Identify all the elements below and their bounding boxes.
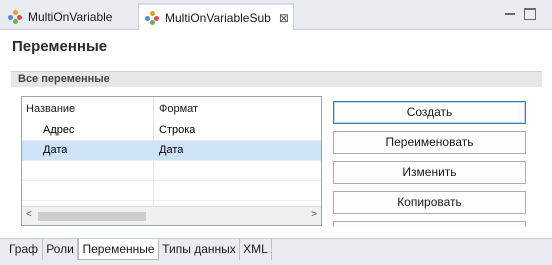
scrollbar-thumb[interactable] <box>38 212 146 221</box>
page-title: Переменные <box>12 38 108 55</box>
editor-tab-bar: MultiOnVariable MultiOnVariableSub ⊠ <box>0 0 552 30</box>
column-header-format[interactable]: Формат <box>159 103 198 115</box>
scroll-left-icon[interactable]: < <box>26 209 32 220</box>
empty-row <box>22 161 321 181</box>
minimize-icon[interactable] <box>504 8 516 20</box>
multi-process-icon <box>8 9 22 24</box>
editor-tab-label: MultiOnVariable <box>28 9 113 24</box>
horizontal-scrollbar[interactable]: < > <box>22 206 321 225</box>
copy-button[interactable]: Копировать <box>333 191 526 214</box>
scroll-right-icon[interactable]: > <box>311 209 317 220</box>
editor-tab-multionvariablesub[interactable]: MultiOnVariableSub ⊠ <box>138 3 294 30</box>
maximize-icon[interactable] <box>524 8 536 20</box>
tab-graph[interactable]: Граф <box>5 239 43 260</box>
cell-name: Адрес <box>43 124 75 136</box>
editor-tab-multionvariable[interactable]: MultiOnVariable <box>2 3 136 30</box>
rename-button[interactable]: Переименовать <box>333 131 526 154</box>
table-row-selected[interactable]: Дата Дата <box>22 141 321 161</box>
cell-format: Строка <box>159 124 196 136</box>
cell-name: Дата <box>43 144 68 156</box>
table-row[interactable]: Адрес Строка <box>22 121 321 141</box>
editor-tab-label: MultiOnVariableSub <box>165 10 271 25</box>
hidden-button-edge <box>333 221 526 227</box>
column-header-name[interactable]: Название <box>26 103 75 115</box>
close-icon[interactable]: ⊠ <box>279 11 289 25</box>
page-tabs: Граф Роли Переменные Типы данных XML <box>0 238 552 265</box>
cell-format: Дата <box>159 144 184 156</box>
tab-variables[interactable]: Переменные <box>78 239 159 260</box>
section-header: Все переменные <box>11 71 542 87</box>
variables-table[interactable]: Название Формат Адрес Строка Дата Дата <… <box>21 96 322 226</box>
tab-roles[interactable]: Роли <box>43 239 78 260</box>
tab-xml[interactable]: XML <box>240 239 272 260</box>
multi-process-icon <box>145 10 159 25</box>
edit-button[interactable]: Изменить <box>333 161 526 184</box>
create-button[interactable]: Создать <box>333 101 526 124</box>
tab-data-types[interactable]: Типы данных <box>159 239 240 260</box>
section-title: Все переменные <box>18 73 110 85</box>
empty-row <box>22 181 321 201</box>
